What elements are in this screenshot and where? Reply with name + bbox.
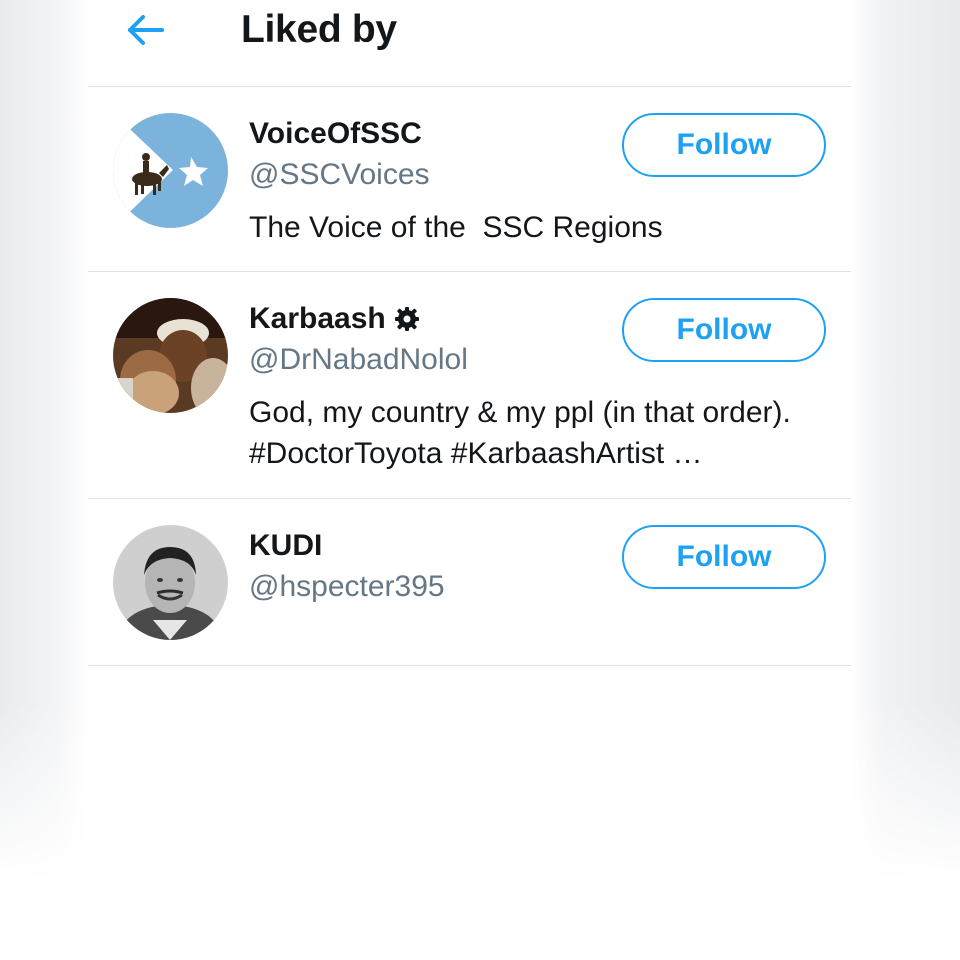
- follow-button[interactable]: Follow: [622, 113, 826, 177]
- user-handle: @DrNabadNolol: [249, 343, 468, 376]
- user-handle: @SSCVoices: [249, 158, 430, 191]
- back-button[interactable]: [124, 8, 168, 52]
- avatar-image: [113, 113, 228, 228]
- user-name[interactable]: KUDI: [249, 529, 322, 563]
- user-bio: God, my country & my ppl (in that order)…: [249, 396, 800, 470]
- gear-badge-icon: [394, 307, 419, 331]
- follow-button[interactable]: Follow: [622, 298, 826, 362]
- follow-button[interactable]: Follow: [622, 525, 826, 589]
- back-arrow-icon: [128, 15, 164, 45]
- user-name-text: KUDI: [249, 529, 323, 562]
- user-bio: The Voice of the SSC Regions: [249, 211, 663, 244]
- user-name-text: VoiceOfSSC: [249, 117, 422, 150]
- user-row[interactable]: VoiceOfSSC @SSCVoices The Voice of the S…: [88, 87, 851, 272]
- user-name[interactable]: Karbaash: [249, 302, 420, 336]
- user-handle: @hspecter395: [249, 570, 445, 603]
- user-row[interactable]: KUDI @hspecter395 Follow: [88, 499, 851, 666]
- avatar[interactable]: [113, 298, 228, 413]
- user-row[interactable]: Karbaash @DrNabadNolol God, my country &…: [88, 272, 851, 499]
- user-name[interactable]: VoiceOfSSC: [249, 117, 422, 151]
- page-title: Liked by: [241, 8, 397, 51]
- avatar[interactable]: [113, 525, 228, 640]
- header: Liked by: [88, 0, 851, 87]
- avatar-image: [113, 298, 228, 413]
- avatar[interactable]: [113, 113, 228, 228]
- liked-by-panel: Liked by VoiceOfSSC @SSCVoices The Voice…: [88, 0, 851, 960]
- user-name-text: Karbaash: [249, 302, 386, 335]
- avatar-image: [113, 525, 228, 640]
